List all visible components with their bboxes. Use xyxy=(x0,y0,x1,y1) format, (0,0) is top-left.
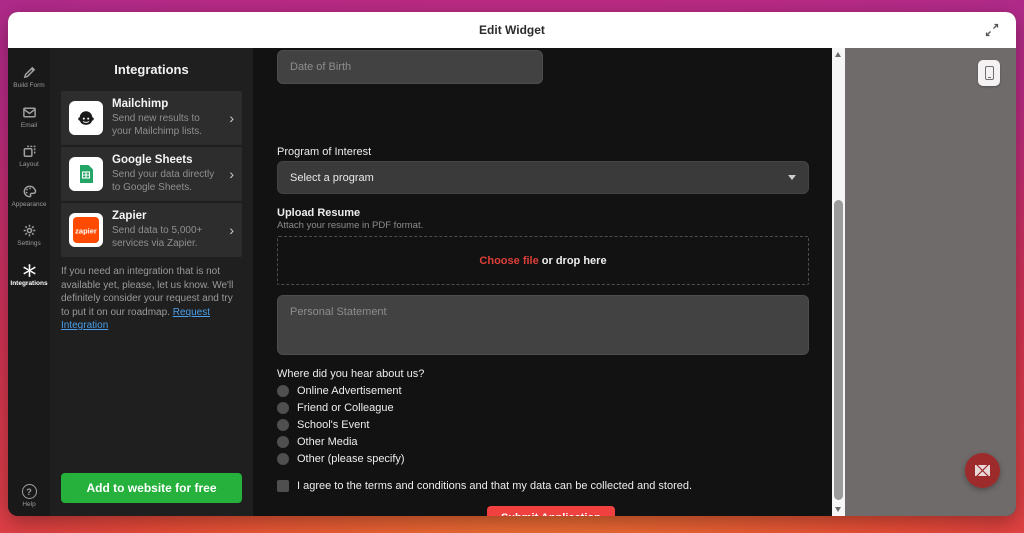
radio-icon[interactable] xyxy=(277,436,289,448)
left-nav-rail: Build Form Email Layout Appearance Setti… xyxy=(8,48,50,516)
panel-title: Integrations xyxy=(61,62,242,77)
scroll-up-arrow[interactable] xyxy=(835,52,841,57)
hear-about-us-options: Online Advertisement Friend or Colleague… xyxy=(277,385,405,465)
sidebar-item-label: Email xyxy=(21,123,37,130)
radio-label: Other Media xyxy=(297,436,358,448)
terms-agreement-row[interactable]: I agree to the terms and conditions and … xyxy=(277,480,692,492)
radio-option-other-specify[interactable]: Other (please specify) xyxy=(277,453,405,465)
sidebar-item-layout[interactable]: Layout xyxy=(8,137,50,177)
upload-resume-label: Upload Resume xyxy=(277,207,360,219)
svg-text:zapier: zapier xyxy=(75,227,97,236)
help-button[interactable]: ? Help xyxy=(8,484,50,508)
sidebar-item-email[interactable]: Email xyxy=(8,98,50,138)
submit-application-button[interactable]: Submit Application xyxy=(487,506,615,516)
terms-checkbox[interactable] xyxy=(277,480,289,492)
chevron-right-icon: › xyxy=(229,166,234,182)
preview-background xyxy=(845,48,1016,516)
radio-label: School's Event xyxy=(297,419,369,431)
resume-dropzone[interactable]: Choose file or drop here xyxy=(277,236,809,285)
personal-statement-textarea[interactable] xyxy=(277,295,809,355)
envelope-icon xyxy=(22,105,37,120)
upload-resume-hint: Attach your resume in PDF format. xyxy=(277,220,423,231)
integration-description: Send data to 5,000+ services via Zapier. xyxy=(112,224,220,250)
integration-name: Zapier xyxy=(112,210,220,222)
integration-card-google-sheets[interactable]: Google Sheets Send your data directly to… xyxy=(61,147,242,201)
radio-label: Other (please specify) xyxy=(297,453,405,465)
sidebar-item-settings[interactable]: Settings xyxy=(8,216,50,256)
radio-icon[interactable] xyxy=(277,402,289,414)
program-select[interactable]: Select a program xyxy=(277,161,809,194)
radio-label: Friend or Colleague xyxy=(297,402,394,414)
integrations-panel: Integrations Mailchimp Send new results … xyxy=(50,48,253,516)
integration-name: Mailchimp xyxy=(112,98,220,110)
help-label: Help xyxy=(22,501,35,508)
radio-icon[interactable] xyxy=(277,453,289,465)
window-content: Build Form Email Layout Appearance Setti… xyxy=(8,48,1016,516)
expand-arrows-icon xyxy=(985,23,999,37)
vertical-scrollbar[interactable] xyxy=(832,48,845,516)
choose-file-link[interactable]: Choose file xyxy=(479,255,538,267)
pencil-icon xyxy=(22,65,37,80)
sidebar-item-label: Layout xyxy=(19,162,39,169)
window-topbar: Edit Widget xyxy=(8,12,1016,48)
drop-here-text: or drop here xyxy=(539,255,607,267)
program-select-value: Select a program xyxy=(290,172,374,184)
integration-description: Send your data directly to Google Sheets… xyxy=(112,168,220,194)
radio-icon[interactable] xyxy=(277,419,289,431)
terms-label: I agree to the terms and conditions and … xyxy=(297,480,692,492)
integration-request-note: If you need an integration that is not a… xyxy=(61,265,242,333)
zapier-logo-icon: zapier xyxy=(69,213,103,247)
sidebar-item-appearance[interactable]: Appearance xyxy=(8,177,50,217)
google-sheets-logo-icon xyxy=(69,157,103,191)
layout-icon xyxy=(22,144,37,159)
gear-icon xyxy=(22,223,37,238)
form-preview-area: Program of Interest Select a program Upl… xyxy=(253,48,832,516)
integration-card-zapier[interactable]: zapier Zapier Send data to 5,000+ servic… xyxy=(61,203,242,257)
scroll-down-arrow[interactable] xyxy=(835,507,841,512)
integration-card-mailchimp[interactable]: Mailchimp Send new results to your Mailc… xyxy=(61,91,242,145)
editor-stage: Edit Widget Build Form Em xyxy=(0,0,1024,533)
question-mark-icon: ? xyxy=(22,484,37,499)
hear-about-us-label: Where did you hear about us? xyxy=(277,368,424,380)
chevron-down-icon xyxy=(788,175,796,180)
sidebar-item-label: Integrations xyxy=(10,281,47,288)
radio-option-other-media[interactable]: Other Media xyxy=(277,436,405,448)
sidebar-item-build-form[interactable]: Build Form xyxy=(8,58,50,98)
sidebar-item-integrations[interactable]: Integrations xyxy=(8,256,50,296)
expand-button[interactable] xyxy=(982,20,1002,40)
radio-option-schools-event[interactable]: School's Event xyxy=(277,419,405,431)
mailchimp-logo-icon xyxy=(69,101,103,135)
radio-option-friend-or-colleague[interactable]: Friend or Colleague xyxy=(277,402,405,414)
contact-widget-button[interactable] xyxy=(965,453,1000,488)
radio-icon[interactable] xyxy=(277,385,289,397)
sidebar-item-label: Settings xyxy=(17,241,41,248)
date-of-birth-input[interactable] xyxy=(277,50,543,84)
phone-icon xyxy=(985,66,994,80)
hub-icon xyxy=(22,263,37,278)
scrollbar-thumb[interactable] xyxy=(834,200,843,500)
edit-widget-window: Edit Widget Build Form Em xyxy=(8,12,1016,516)
sidebar-item-label: Build Form xyxy=(13,83,44,90)
chevron-right-icon: › xyxy=(229,222,234,238)
radio-label: Online Advertisement xyxy=(297,385,402,397)
window-title: Edit Widget xyxy=(479,23,545,37)
radio-option-online-advertisement[interactable]: Online Advertisement xyxy=(277,385,405,397)
integration-name: Google Sheets xyxy=(112,154,220,166)
chevron-right-icon: › xyxy=(229,110,234,126)
mobile-preview-button[interactable] xyxy=(978,60,1000,86)
sidebar-item-label: Appearance xyxy=(11,202,46,209)
add-to-website-button[interactable]: Add to website for free xyxy=(61,473,242,503)
program-of-interest-label: Program of Interest xyxy=(277,146,371,158)
envelope-icon xyxy=(975,465,990,476)
integration-description: Send new results to your Mailchimp lists… xyxy=(112,112,220,138)
palette-icon xyxy=(22,184,37,199)
